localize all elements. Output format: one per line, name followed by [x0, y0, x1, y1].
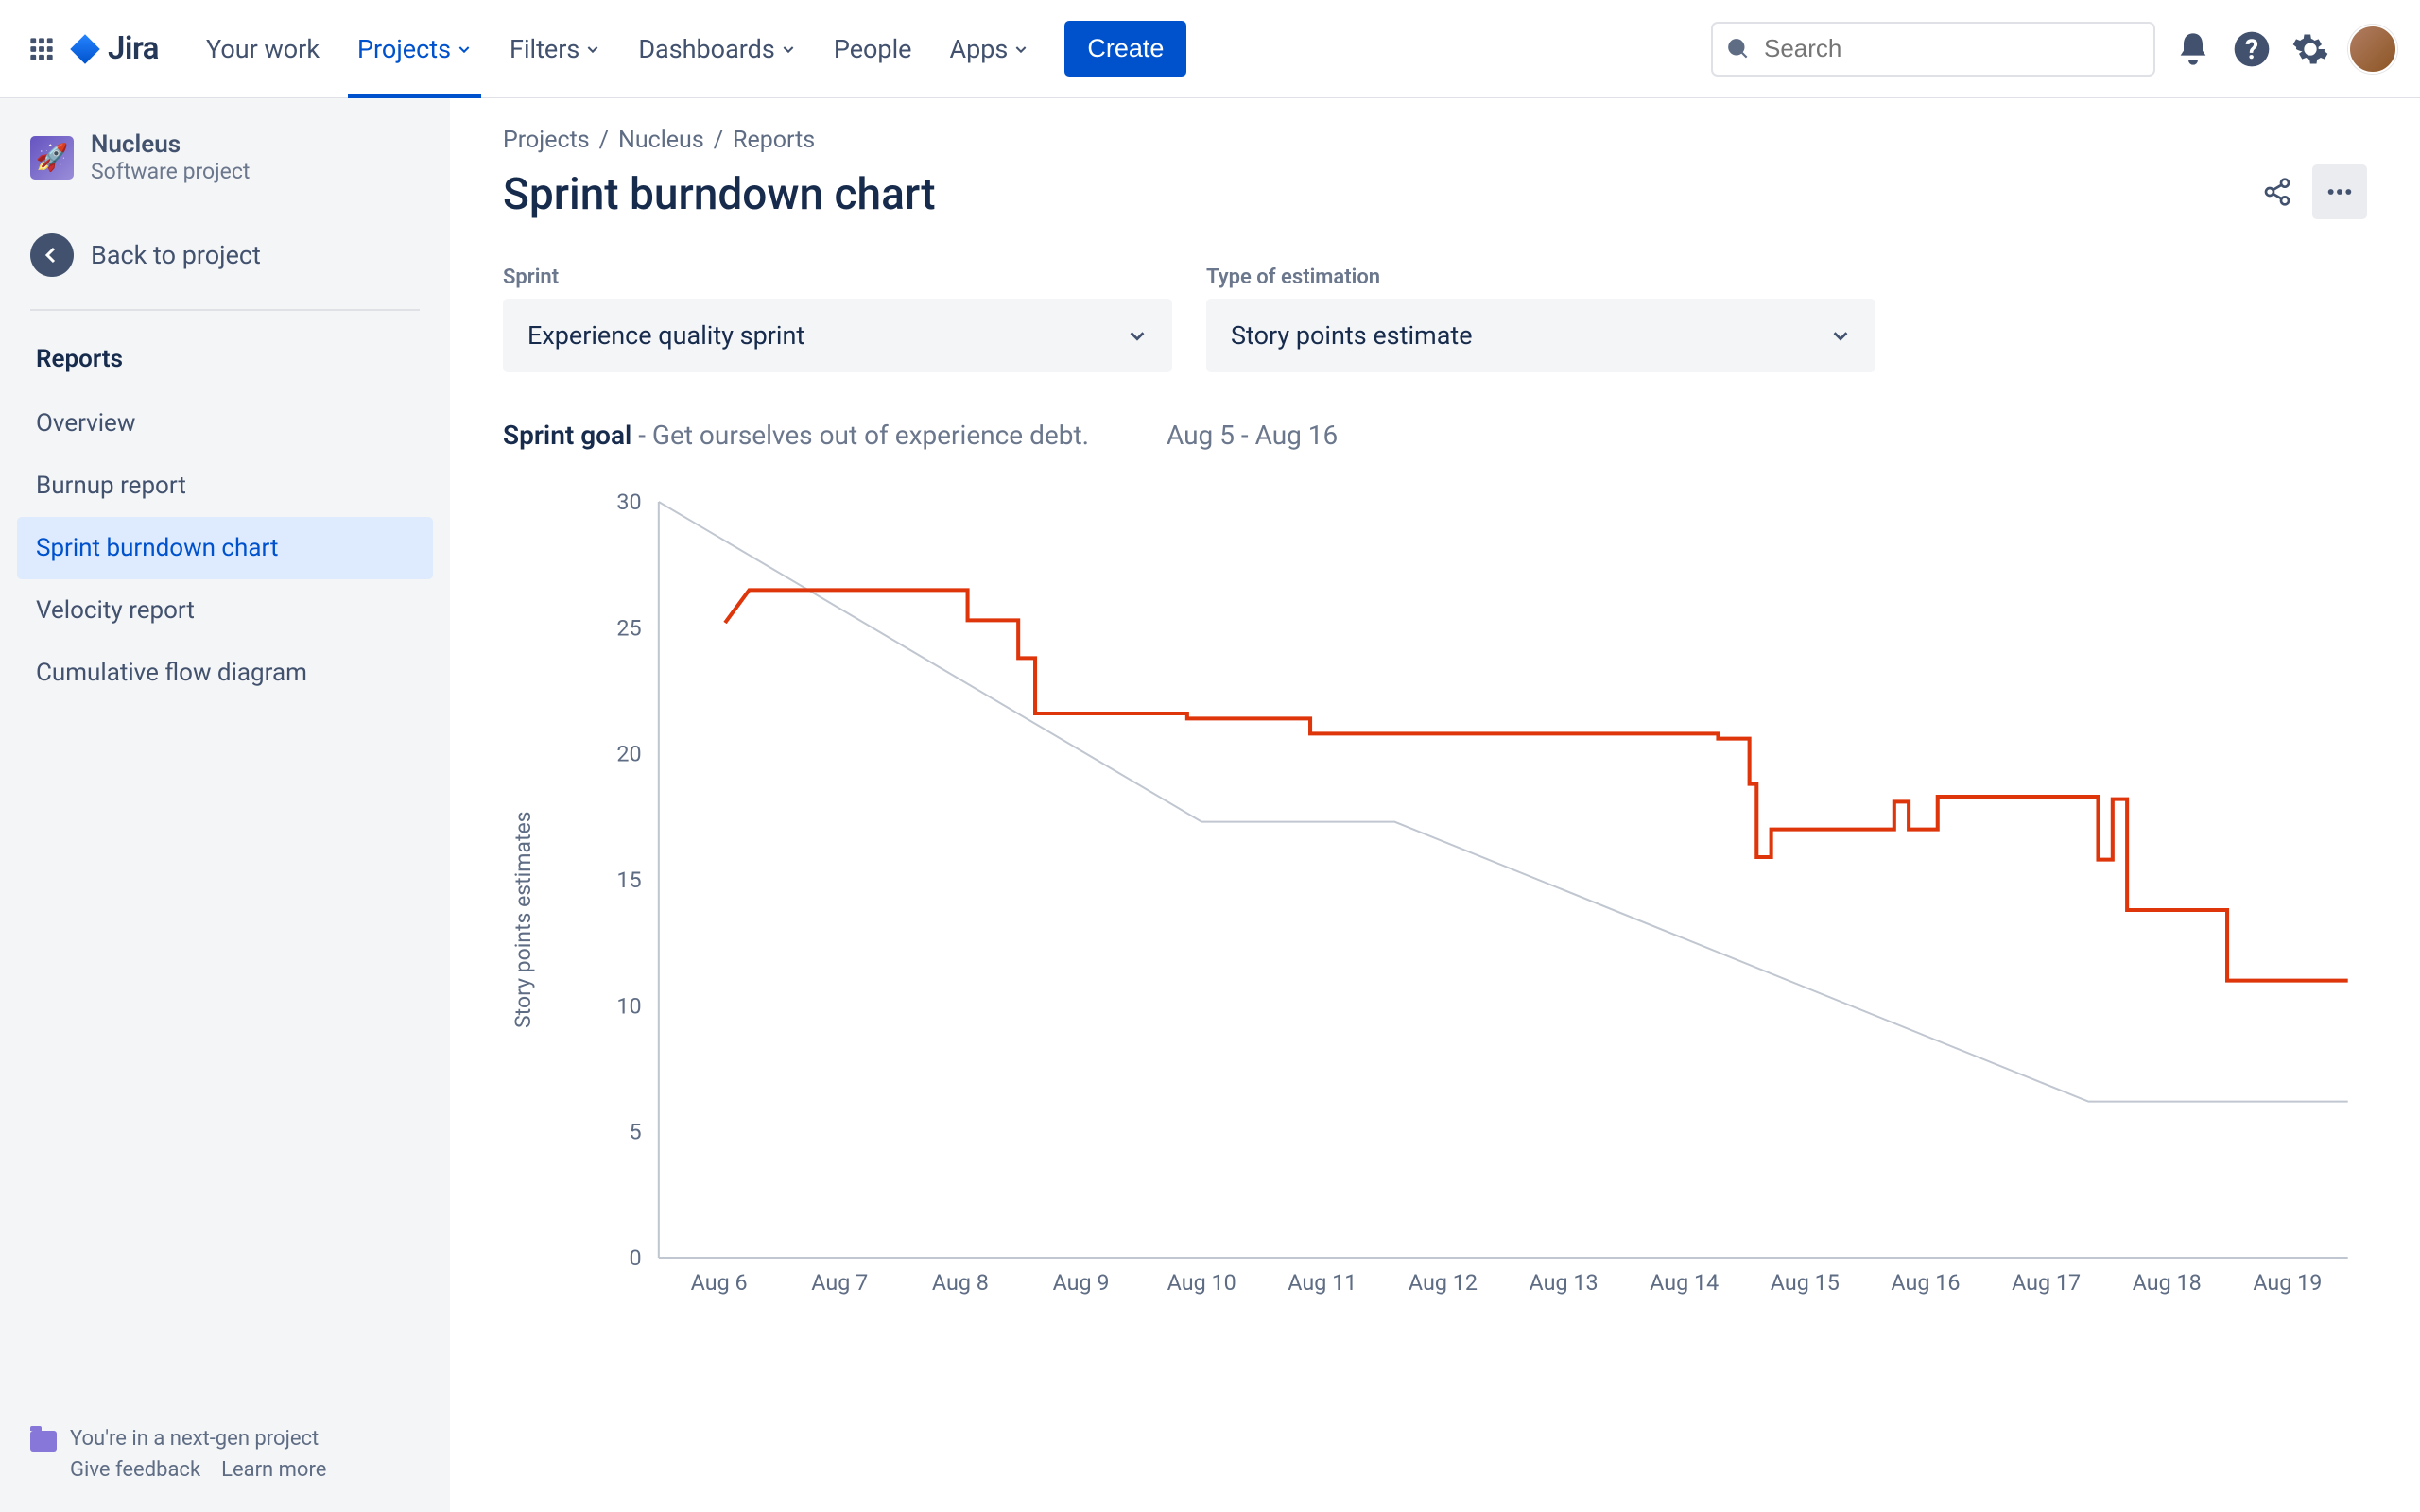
chart-svg: 0 5 10 15 20 25 30 Aug 6 Aug 7 Aug 8 Aug 9 Aug 10 Au…	[544, 492, 2367, 1343]
settings-icon[interactable]	[2290, 28, 2331, 70]
nav-item-dashboards[interactable]: Dashboards	[621, 0, 813, 98]
app-switcher-icon[interactable]	[23, 30, 60, 68]
search-box	[1711, 22, 2155, 77]
sprint-dates: Aug 5 - Aug 16	[1167, 420, 1338, 451]
more-actions-button[interactable]	[2312, 164, 2367, 219]
svg-text:Aug 9: Aug 9	[1053, 1270, 1110, 1296]
give-feedback-link[interactable]: Give feedback	[70, 1458, 200, 1482]
create-button[interactable]: Create	[1064, 21, 1186, 77]
svg-text:5: 5	[629, 1120, 641, 1145]
sprint-filter-label: Sprint	[503, 266, 1172, 289]
chevron-down-icon	[781, 42, 796, 57]
chevron-down-icon	[457, 42, 472, 57]
nav-item-filters[interactable]: Filters	[493, 0, 617, 98]
sprint-dropdown[interactable]: Experience quality sprint	[503, 299, 1172, 372]
nav-item-people[interactable]: People	[817, 0, 929, 98]
breadcrumb-reports[interactable]: Reports	[733, 127, 815, 154]
svg-text:Aug 8: Aug 8	[932, 1270, 989, 1296]
help-icon[interactable]: ?	[2231, 28, 2273, 70]
sprint-goal: Sprint goal - Get ourselves out of exper…	[503, 420, 1089, 451]
sidebar-item-sprint-burndown-chart[interactable]: Sprint burndown chart	[17, 517, 433, 579]
svg-text:10: 10	[616, 993, 641, 1019]
search-input[interactable]	[1711, 22, 2155, 77]
chevron-down-icon	[1127, 325, 1148, 346]
sidebar-item-burnup-report[interactable]: Burnup report	[17, 455, 433, 517]
svg-text:Aug 6: Aug 6	[691, 1270, 748, 1296]
top-nav: Jira Your workProjectsFiltersDashboardsP…	[0, 0, 2420, 98]
svg-text:Aug 16: Aug 16	[1891, 1270, 1960, 1296]
sidebar-divider	[30, 309, 420, 311]
nav-item-projects[interactable]: Projects	[340, 0, 489, 98]
chevron-down-icon	[585, 42, 600, 57]
svg-text:Aug 15: Aug 15	[1771, 1270, 1840, 1296]
sidebar-item-overview[interactable]: Overview	[17, 392, 433, 455]
svg-text:Aug 19: Aug 19	[2253, 1270, 2322, 1296]
sidebar-footer: You're in a next-gen project Give feedba…	[17, 1414, 433, 1486]
svg-text:Aug 14: Aug 14	[1650, 1270, 1719, 1296]
svg-text:Aug 13: Aug 13	[1530, 1270, 1599, 1296]
svg-text:20: 20	[616, 742, 641, 767]
svg-text:?: ?	[2245, 34, 2258, 65]
project-header[interactable]: 🚀 Nucleus Software project	[17, 125, 433, 205]
burndown-chart: Story points estimates 0 5 10 15 20 25 30 Aug 6…	[503, 492, 2367, 1347]
y-axis-label: Story points estimates	[503, 492, 544, 1347]
breadcrumb-projects[interactable]: Projects	[503, 127, 590, 154]
sidebar-item-cumulative-flow-diagram[interactable]: Cumulative flow diagram	[17, 642, 433, 704]
learn-more-link[interactable]: Learn more	[221, 1458, 326, 1482]
svg-text:Aug 12: Aug 12	[1409, 1270, 1478, 1296]
sidebar: 🚀 Nucleus Software project Back to proje…	[0, 98, 450, 1512]
back-to-project-link[interactable]: Back to project	[17, 218, 433, 292]
project-subtitle: Software project	[91, 159, 250, 184]
svg-text:Aug 18: Aug 18	[2133, 1270, 2202, 1296]
back-arrow-icon	[30, 233, 74, 277]
jira-logo-text: Jira	[108, 30, 159, 67]
user-avatar[interactable]	[2348, 25, 2397, 74]
project-name: Nucleus	[91, 130, 250, 159]
svg-text:15: 15	[616, 868, 641, 893]
sidebar-list: Reports OverviewBurnup reportSprint burn…	[17, 328, 433, 704]
svg-text:30: 30	[616, 492, 641, 515]
svg-text:Aug 17: Aug 17	[2012, 1270, 2081, 1296]
nav-item-your-work[interactable]: Your work	[189, 0, 337, 98]
nav-item-apps[interactable]: Apps	[932, 0, 1046, 98]
search-icon	[1726, 37, 1751, 61]
estimation-dropdown-value: Story points estimate	[1231, 320, 1473, 351]
notifications-icon[interactable]	[2172, 28, 2214, 70]
jira-logo[interactable]: Jira	[68, 30, 159, 67]
project-icon: 🚀	[30, 136, 74, 180]
chevron-down-icon	[1013, 42, 1028, 57]
svg-text:25: 25	[616, 615, 641, 641]
svg-text:0: 0	[629, 1246, 641, 1271]
svg-text:Aug 7: Aug 7	[811, 1270, 868, 1296]
sidebar-heading-reports: Reports	[17, 328, 433, 390]
breadcrumb-nucleus[interactable]: Nucleus	[618, 127, 704, 154]
back-label: Back to project	[91, 240, 261, 270]
sprint-dropdown-value: Experience quality sprint	[527, 320, 804, 351]
page-title: Sprint burndown chart	[503, 169, 936, 220]
svg-text:Aug 11: Aug 11	[1288, 1270, 1357, 1296]
share-button[interactable]	[2250, 164, 2305, 219]
svg-text:Aug 10: Aug 10	[1167, 1270, 1236, 1296]
nav-items: Your workProjectsFiltersDashboardsPeople…	[189, 0, 1046, 98]
estimation-filter-label: Type of estimation	[1206, 266, 1876, 289]
breadcrumbs: Projects / Nucleus / Reports	[503, 127, 936, 154]
chevron-down-icon	[1830, 325, 1851, 346]
footer-notice: You're in a next-gen project	[70, 1427, 326, 1451]
project-type-icon	[30, 1431, 57, 1452]
sidebar-item-velocity-report[interactable]: Velocity report	[17, 579, 433, 642]
content-area: Projects / Nucleus / Reports Sprint burn…	[450, 98, 2420, 1512]
estimation-dropdown[interactable]: Story points estimate	[1206, 299, 1876, 372]
